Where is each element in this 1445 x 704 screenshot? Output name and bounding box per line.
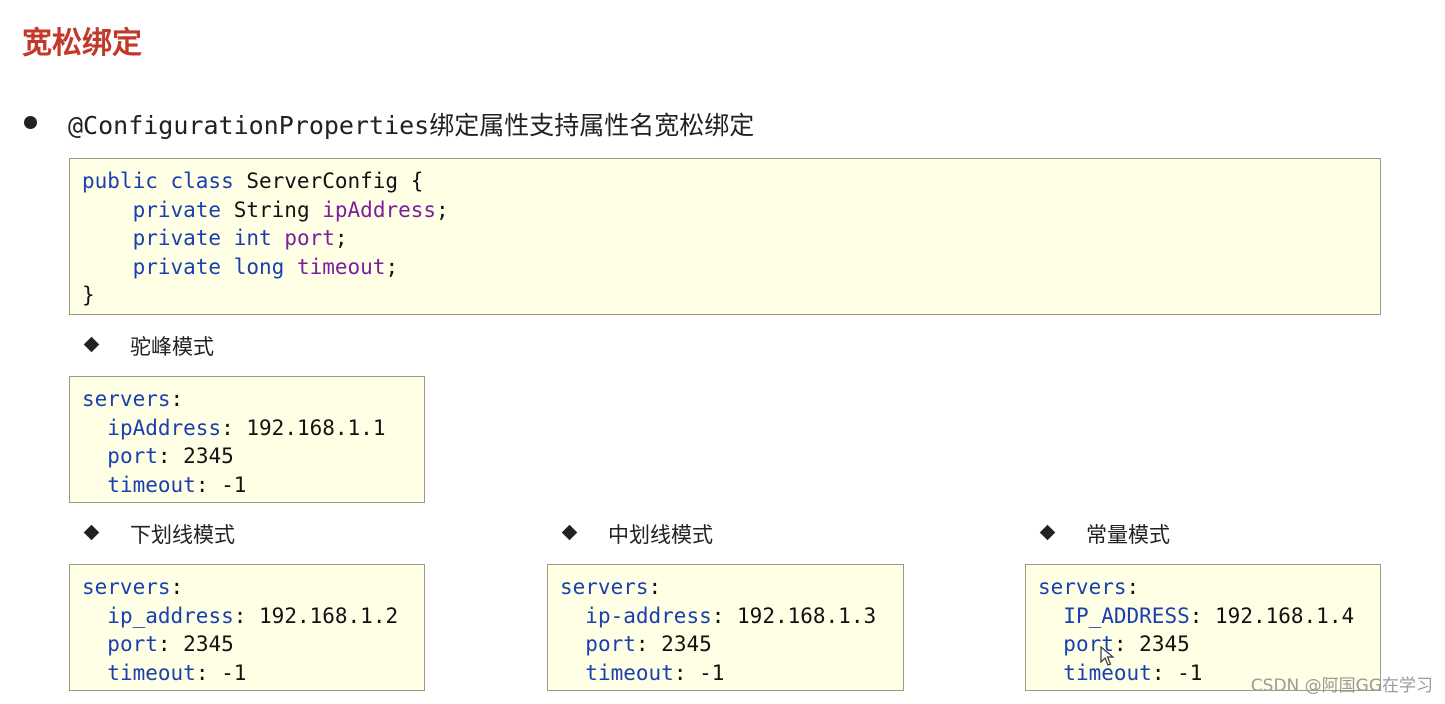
section-heading-hyphen: 中划线模式 [608, 523, 713, 547]
yaml-block-underscore: servers: ip_address: 192.168.1.2 port: 2… [69, 564, 425, 691]
code-line-5: } [82, 283, 95, 307]
watermark: CSDN @阿国GG在学习 [1250, 676, 1433, 696]
mouse-cursor-icon [1100, 645, 1115, 666]
diamond-bullet-icon [83, 524, 100, 541]
section-heading-underscore: 下划线模式 [130, 523, 235, 547]
diamond-bullet-icon [1039, 524, 1056, 541]
diamond-bullet-icon [561, 524, 578, 541]
code-line-4: private long timeout; [132, 254, 399, 279]
yaml-block-hyphen: servers: ip-address: 192.168.1.3 port: 2… [547, 564, 904, 691]
bullet-icon [24, 116, 37, 129]
diamond-bullet-icon [83, 336, 100, 353]
section-heading-constant: 常量模式 [1086, 523, 1170, 547]
bullet-text: @ConfigurationProperties绑定属性支持属性名宽松绑定 [68, 111, 755, 140]
code-line-3: private int port; [132, 226, 348, 250]
code-line-1: public class ServerConfig { [82, 169, 424, 193]
page-title: 宽松绑定 [22, 26, 142, 61]
section-heading-camel: 驼峰模式 [130, 335, 214, 359]
java-code-block: public class ServerConfig { private Stri… [69, 158, 1381, 315]
code-line-2: private String ipAddress; [132, 197, 449, 222]
yaml-block-camel: servers: ipAddress: 192.168.1.1 port: 23… [69, 376, 425, 503]
